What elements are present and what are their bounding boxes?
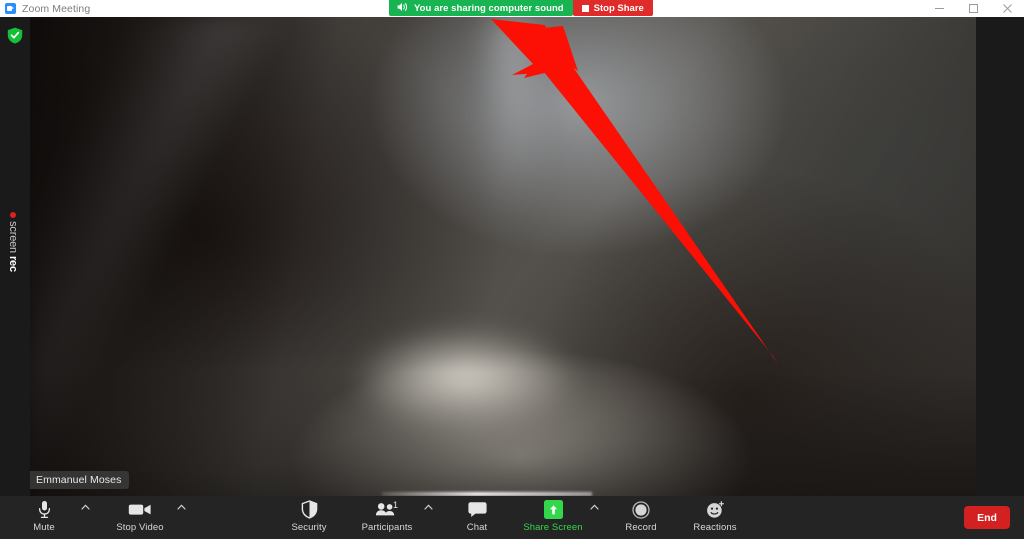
record-dot-icon bbox=[10, 212, 16, 219]
chat-button[interactable]: Chat bbox=[443, 496, 511, 539]
window-title: Zoom Meeting bbox=[22, 2, 91, 15]
record-label: Record bbox=[625, 522, 657, 533]
share-options-chevron-up-icon[interactable] bbox=[587, 496, 601, 539]
sharing-sound-notice: You are sharing computer sound bbox=[389, 0, 573, 16]
end-label: End bbox=[977, 511, 997, 524]
window-controls bbox=[922, 0, 1024, 17]
speaker-icon bbox=[397, 0, 408, 17]
participants-count-badge: 1 bbox=[393, 500, 399, 510]
share-banner: You are sharing computer sound Stop Shar… bbox=[389, 0, 653, 16]
meeting-toolbar: Mute Stop Video Security 1 Participants … bbox=[0, 496, 1024, 539]
stop-video-button[interactable]: Stop Video bbox=[106, 496, 174, 539]
shield-icon bbox=[301, 499, 318, 520]
end-meeting-button[interactable]: End bbox=[964, 506, 1010, 529]
reactions-label: Reactions bbox=[693, 522, 737, 533]
toolbar-left-group: Mute Stop Video bbox=[10, 496, 188, 539]
share-screen-icon bbox=[543, 499, 563, 520]
screenrec-watermark: screen rec bbox=[3, 207, 23, 277]
mute-label: Mute bbox=[33, 522, 55, 533]
right-margin bbox=[976, 17, 1024, 496]
zoom-camera-icon bbox=[5, 3, 16, 14]
share-screen-label: Share Screen bbox=[523, 522, 583, 533]
minimize-icon[interactable] bbox=[922, 0, 956, 17]
reactions-smiley-icon bbox=[706, 499, 725, 520]
mute-button[interactable]: Mute bbox=[10, 496, 78, 539]
mute-options-chevron-up-icon[interactable] bbox=[78, 496, 92, 539]
left-rail: screen rec bbox=[0, 17, 30, 496]
video-camera-icon bbox=[128, 499, 152, 520]
stop-share-label: Stop Share bbox=[593, 2, 644, 14]
chat-label: Chat bbox=[466, 522, 488, 533]
chat-bubble-icon bbox=[467, 499, 487, 520]
reactions-button[interactable]: Reactions bbox=[681, 496, 749, 539]
shield-check-icon[interactable] bbox=[7, 27, 23, 44]
maximize-icon[interactable] bbox=[956, 0, 990, 17]
stop-square-icon bbox=[581, 4, 589, 12]
record-circle-icon bbox=[632, 499, 650, 520]
security-button[interactable]: Security bbox=[275, 496, 343, 539]
video-options-chevron-up-icon[interactable] bbox=[174, 496, 188, 539]
watermark-screen: screen bbox=[7, 221, 19, 253]
microphone-icon bbox=[37, 499, 52, 520]
sharing-sound-text: You are sharing computer sound bbox=[414, 2, 564, 14]
participants-options-chevron-up-icon[interactable] bbox=[421, 496, 435, 539]
toolbar-center-group: Security 1 Participants Chat Share Scree… bbox=[275, 496, 749, 539]
stop-share-button[interactable]: Stop Share bbox=[572, 0, 653, 16]
video-stage[interactable]: Emmanuel Moses bbox=[30, 17, 976, 496]
video-bottom-shadow bbox=[30, 17, 976, 496]
watermark-rec: rec bbox=[7, 255, 19, 272]
share-screen-button[interactable]: Share Screen bbox=[519, 496, 587, 539]
participants-button[interactable]: 1 Participants bbox=[353, 496, 421, 539]
stop-video-label: Stop Video bbox=[116, 522, 164, 533]
close-icon[interactable] bbox=[990, 0, 1024, 17]
participants-label: Participants bbox=[361, 522, 413, 533]
participant-name-badge: Emmanuel Moses bbox=[30, 471, 130, 489]
zoom-meeting-window: Zoom Meeting screen rec Emmanuel Moses Y… bbox=[0, 0, 1024, 539]
security-label: Security bbox=[291, 522, 327, 533]
record-button[interactable]: Record bbox=[607, 496, 675, 539]
